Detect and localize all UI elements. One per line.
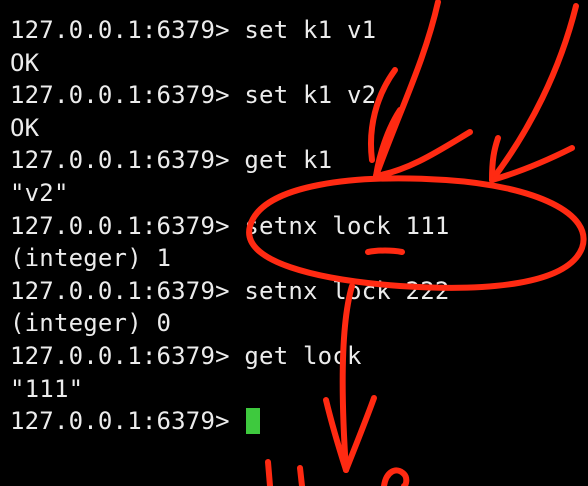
- output-line: (integer) 1: [10, 244, 172, 273]
- prompt: 127.0.0.1:6379>: [10, 211, 230, 240]
- annotation-scribble: [381, 467, 410, 486]
- command-line: 127.0.0.1:6379> set k1 v2: [10, 79, 450, 112]
- annotation-scribble: [265, 459, 273, 486]
- command-line: 127.0.0.1:6379> get k1: [10, 144, 450, 177]
- terminal-output: 127.0.0.1:6379> set k1 v1 OK 127.0.0.1:6…: [10, 14, 450, 438]
- prompt: 127.0.0.1:6379>: [10, 146, 230, 175]
- output-line: "111": [10, 374, 84, 403]
- annotation-scribble: [297, 465, 305, 486]
- output-line: "v2": [10, 178, 69, 207]
- command-text: set k1 v2: [244, 81, 377, 110]
- active-command-line[interactable]: 127.0.0.1:6379>: [10, 405, 450, 438]
- command-line: 127.0.0.1:6379> set k1 v1: [10, 14, 450, 47]
- prompt: 127.0.0.1:6379>: [10, 81, 230, 110]
- prompt: 127.0.0.1:6379>: [10, 276, 230, 305]
- command-text: setnx lock 222: [244, 276, 450, 305]
- command-text: get lock: [244, 341, 362, 370]
- output-line: OK: [10, 113, 40, 142]
- annotation-arrow-stroke: [489, 145, 575, 183]
- output-line: OK: [10, 48, 40, 77]
- annotation-arrow-stroke: [489, 3, 579, 183]
- command-line: 127.0.0.1:6379> setnx lock 111: [10, 210, 450, 243]
- prompt: 127.0.0.1:6379>: [10, 341, 230, 370]
- prompt: 127.0.0.1:6379>: [10, 16, 230, 44]
- text-cursor[interactable]: [246, 408, 261, 435]
- prompt: 127.0.0.1:6379>: [10, 407, 230, 436]
- annotation-arrow-stroke: [489, 135, 501, 183]
- command-line: 127.0.0.1:6379> setnx lock 222: [10, 275, 450, 308]
- command-text: setnx lock 111: [244, 211, 450, 240]
- command-text: get k1: [244, 146, 333, 175]
- command-text: set k1 v1: [244, 16, 377, 44]
- command-line: 127.0.0.1:6379> get lock: [10, 340, 450, 373]
- terminal-window[interactable]: 127.0.0.1:6379> set k1 v1 OK 127.0.0.1:6…: [0, 0, 588, 486]
- output-line: (integer) 0: [10, 309, 172, 338]
